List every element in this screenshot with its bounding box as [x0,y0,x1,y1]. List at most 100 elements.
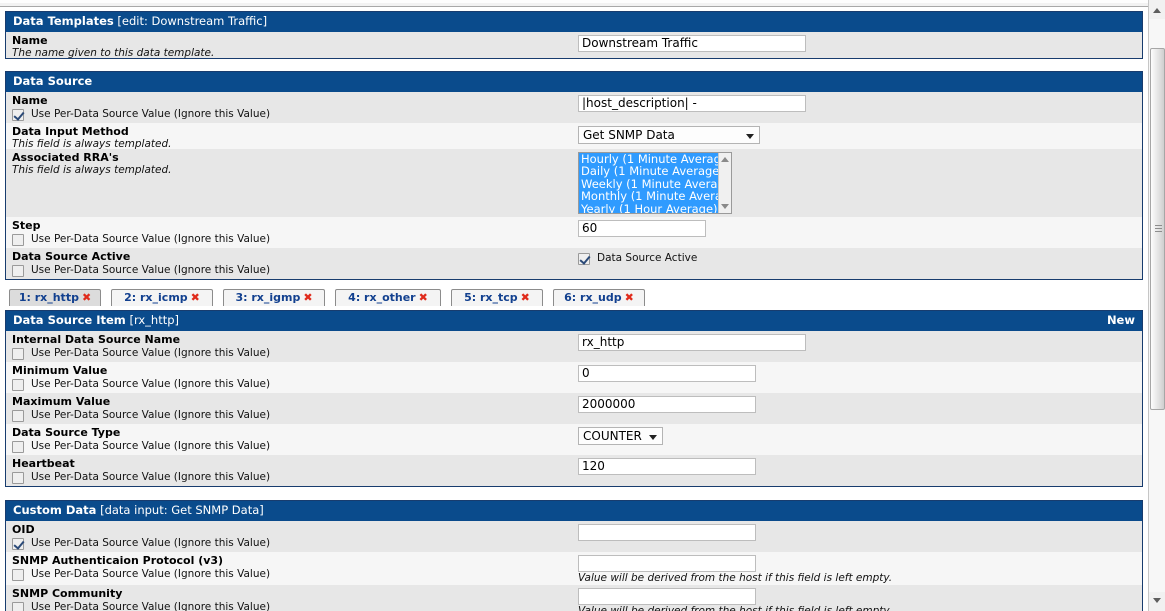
data-input-method-select[interactable]: Get SNMP Data [578,126,760,144]
maximum-value-per-ds-checkbox[interactable] [12,409,24,422]
data-input-method-label: Data Input Method [12,125,129,138]
snmp-authentication-protocol-v3-hint: Value will be derived from the host if t… [578,572,893,584]
window-vertical-scrollbar[interactable] [1148,0,1165,611]
snmp-community-per-ds-checkbox[interactable] [12,601,24,611]
tab-close-icon[interactable]: ✖ [622,291,634,304]
heartbeat-control-cell [578,458,1138,475]
heartbeat-per-ds-checkbox[interactable] [12,471,24,484]
template-name-description: The name given to this data template. [12,47,215,59]
scroll-down-button[interactable] [1149,592,1165,609]
form-row-internal-data-source-name: Internal Data Source Name Use Per-Data So… [6,331,1142,362]
step-label-cell: Step Use Per-Data Source Value (Ignore th… [12,219,572,248]
step-per-ds-checkbox-line: Use Per-Data Source Value (Ignore this V… [12,232,572,248]
scrollbar-thumb[interactable] [1150,48,1165,410]
data-source-type-label-cell: Data Source Type Use Per-Data Source Valu… [12,426,572,455]
maximum-value-input[interactable] [578,396,756,413]
data-input-method-label-cell: Data Input Method This field is always te… [12,125,572,151]
data-source-active-per-ds-checkbox-line: Use Per-Data Source Value (Ignore this V… [12,263,572,279]
heartbeat-per-ds-checkbox-label: Use Per-Data Source Value (Ignore this V… [31,471,271,483]
ds-name-control-cell [578,95,1138,112]
chevron-down-icon [1153,598,1161,603]
data-input-method-control-cell: Get SNMP Data [578,126,1138,144]
data-source-active-per-ds-checkbox[interactable] [12,264,24,277]
data-source-item-section-title: Data Source Item [13,313,126,327]
panel-data-source: Data Source Name Use Per-Data Source Value… [5,71,1143,280]
template-name-input[interactable] [578,35,806,52]
tab-2-rx_icmp[interactable]: 2: rx_icmp ✖ [111,289,213,306]
tab-label: 6: rx_udp [564,291,622,304]
tab-close-icon[interactable]: ✖ [300,291,312,304]
oid-input[interactable] [578,524,756,541]
associated-rras-listbox-scrollbar[interactable] [718,153,731,213]
snmp-community-hint: Value will be derived from the host if t… [578,605,893,611]
template-name-control-cell [578,35,1138,52]
step-per-ds-checkbox[interactable] [12,233,24,246]
associated-rras-description: This field is always templated. [12,164,172,176]
maximum-value-label: Maximum Value [12,395,111,408]
internal-data-source-name-input[interactable] [578,334,806,351]
associated-rras-option[interactable]: Daily (1 Minute Average) [579,165,718,178]
data-source-type-per-ds-checkbox[interactable] [12,440,24,453]
minimum-value-per-ds-checkbox-label: Use Per-Data Source Value (Ignore this V… [31,378,271,390]
tab-3-rx_igmp[interactable]: 3: rx_igmp ✖ [223,289,325,306]
tab-close-icon[interactable]: ✖ [518,291,530,304]
snmp-community-input[interactable] [578,588,756,605]
snmp-authentication-protocol-v3-label-cell: SNMP Authenticaion Protocol (v3) Use Per-… [12,554,572,583]
page-top-edge-highlight [0,0,1148,3]
data-templates-section-subtitle: [edit: Downstream Traffic] [113,14,268,28]
internal-data-source-name-per-ds-checkbox[interactable] [12,347,24,360]
internal-data-source-name-label-cell: Internal Data Source Name Use Per-Data So… [12,333,572,362]
tab-close-icon[interactable]: ✖ [79,291,91,304]
tab-6-rx_udp[interactable]: 6: rx_udp ✖ [553,289,645,306]
form-row-oid: OID Use Per-Data Source Value (Ignore thi… [6,521,1142,552]
chevron-up-icon[interactable] [721,157,729,162]
associated-rras-option[interactable]: Yearly (1 Hour Average) [579,202,718,213]
tab-4-rx_other[interactable]: 4: rx_other ✖ [335,289,441,306]
panel-gap [0,59,1148,67]
step-label: Step [12,219,41,232]
internal-data-source-name-control-cell [578,334,1138,351]
oid-per-ds-checkbox[interactable] [12,537,24,550]
custom-data-section-title: Custom Data [13,503,97,517]
tab-close-icon[interactable]: ✖ [416,291,428,304]
panel-gap [0,280,1148,289]
form-row-associated-rras: Associated RRA's This field is always tem… [6,149,1142,217]
data-source-section-title: Data Source [13,74,93,88]
oid-per-ds-checkbox-line: Use Per-Data Source Value (Ignore this V… [12,536,572,552]
associated-rras-listbox[interactable]: Hourly (1 Minute Average) Daily (1 Minute… [578,152,732,214]
associated-rras-label: Associated RRA's [12,151,119,164]
page-top-edge [0,0,1148,7]
data-source-item-new-link[interactable]: New [1107,313,1135,328]
chevron-down-icon[interactable] [721,204,729,209]
ds-name-input[interactable] [578,95,806,112]
ds-name-per-ds-checkbox[interactable] [12,108,24,121]
tab-1-rx_http[interactable]: 1: rx_http ✖ [9,289,101,306]
oid-per-ds-checkbox-label: Use Per-Data Source Value (Ignore this V… [31,537,271,549]
minimum-value-input[interactable] [578,365,756,382]
form-row-minimum-value: Minimum Value Use Per-Data Source Value (… [6,362,1142,393]
data-source-active-toggle-checkbox[interactable] [578,252,590,265]
snmp-authentication-protocol-v3-per-ds-checkbox-label: Use Per-Data Source Value (Ignore this V… [31,568,271,580]
data-source-type-select[interactable]: COUNTER [578,427,663,445]
snmp-authentication-protocol-v3-input[interactable] [578,555,756,572]
associated-rras-option[interactable]: Monthly (1 Minute Average) [579,190,718,203]
heartbeat-input[interactable] [578,458,756,475]
associated-rras-label-cell: Associated RRA's This field is always tem… [12,151,572,177]
tab-label: 4: rx_other [348,291,416,304]
tab-label: 2: rx_icmp [124,291,188,304]
chevron-down-icon [649,435,657,440]
step-per-ds-checkbox-label: Use Per-Data Source Value (Ignore this V… [31,233,271,245]
data-source-active-label-cell: Data Source Active Use Per-Data Source Va… [12,250,572,279]
internal-data-source-name-per-ds-checkbox-line: Use Per-Data Source Value (Ignore this V… [12,346,572,362]
minimum-value-per-ds-checkbox-line: Use Per-Data Source Value (Ignore this V… [12,377,572,393]
snmp-authentication-protocol-v3-control-cell: Value will be derived from the host if t… [578,555,1138,585]
snmp-authentication-protocol-v3-per-ds-checkbox[interactable] [12,568,24,581]
maximum-value-label-cell: Maximum Value Use Per-Data Source Value (… [12,395,572,424]
scroll-up-button[interactable] [1149,2,1165,19]
data-source-type-per-ds-checkbox-line: Use Per-Data Source Value (Ignore this V… [12,439,572,455]
step-input[interactable] [578,220,706,237]
tab-close-icon[interactable]: ✖ [188,291,200,304]
minimum-value-per-ds-checkbox[interactable] [12,378,24,391]
data-source-type-select-value: COUNTER [583,429,642,443]
tab-5-rx_tcp[interactable]: 5: rx_tcp ✖ [451,289,543,306]
